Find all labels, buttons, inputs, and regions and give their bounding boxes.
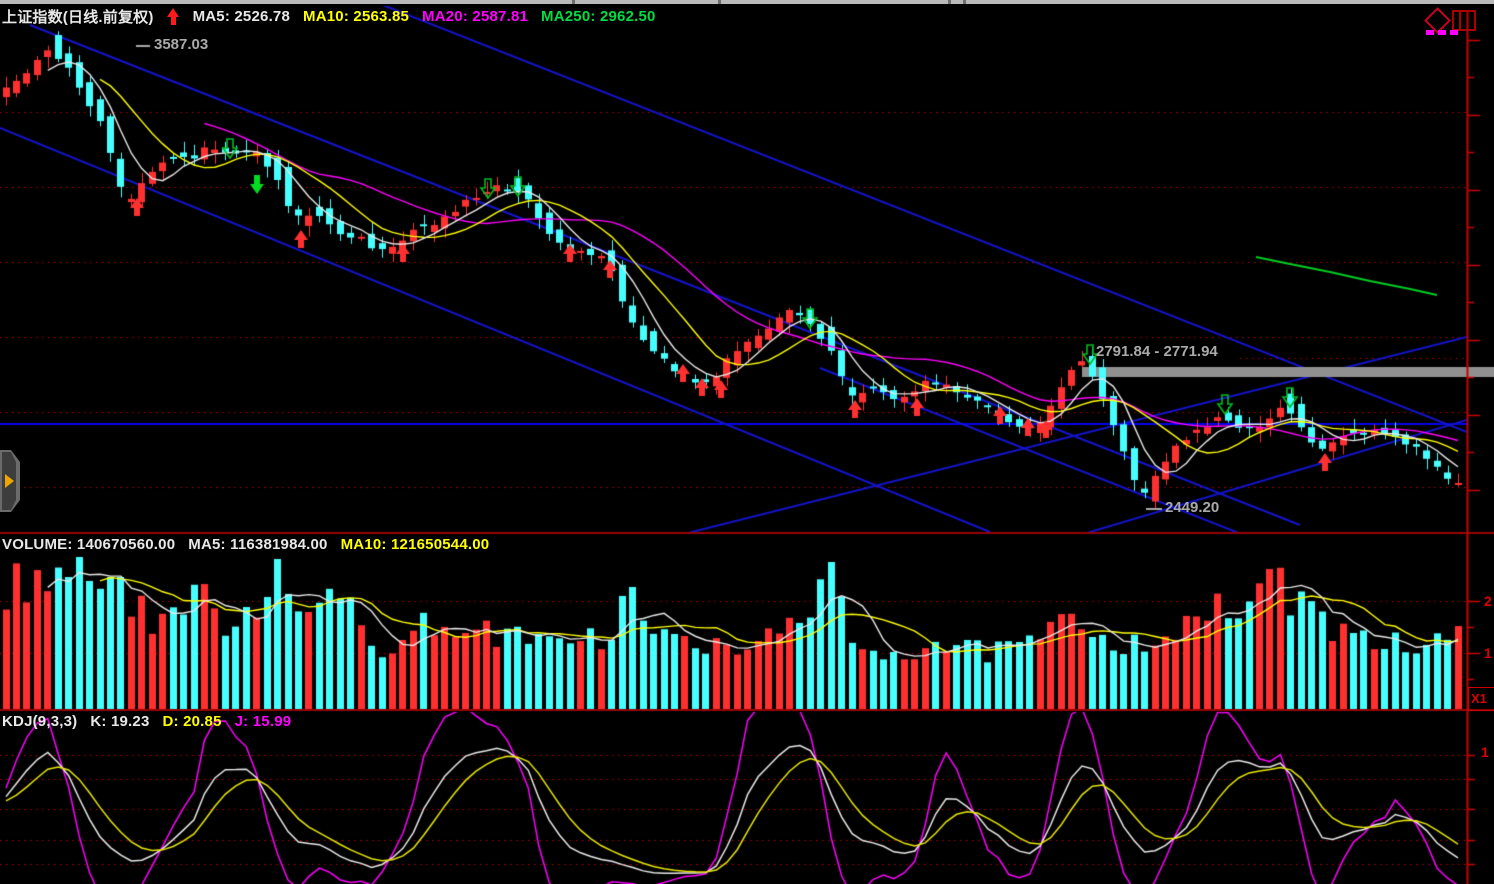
volume-value-label: VOLUME: 140670560.00 <box>2 536 175 553</box>
volume-header: VOLUME: 140670560.00 MA5: 116381984.00 M… <box>2 536 489 553</box>
kdj-d-label: D: 20.85 <box>163 713 222 730</box>
volume-ma10-label: MA10: 121650544.00 <box>341 536 490 553</box>
kdj-axis-label: 1 <box>1481 744 1489 760</box>
volume-axis-lower-label: 1 <box>1484 645 1492 661</box>
buy-signal-arrow-icon <box>167 8 180 25</box>
kdj-k-label: K: 19.23 <box>90 713 149 730</box>
main-chart-header: 上证指数(日线.前复权) MA5: 2526.78 MA10: 2563.85 … <box>2 6 656 27</box>
toolbar-separator <box>963 0 966 4</box>
toolbar-strip <box>0 0 1494 4</box>
instrument-title: 上证指数(日线.前复权) <box>2 6 154 27</box>
low-price-label: 2449.20 <box>1165 499 1219 516</box>
stock-app-window: { "main_chart": { "title": "上证指数(日线.前复权)… <box>0 0 1494 884</box>
ma20-label: MA20: 2587.81 <box>422 8 528 25</box>
volume-multiplier-badge: X1 <box>1468 687 1494 711</box>
expander-arrow-icon <box>5 474 14 488</box>
split-window-icon[interactable] <box>1452 10 1476 31</box>
toolbar-separator <box>572 0 575 4</box>
ma250-label: MA250: 2962.50 <box>541 8 656 25</box>
kdj-header: KDJ(9,3,3) K: 19.23 D: 20.85 J: 15.99 <box>2 713 291 730</box>
peak-price-label: 3587.03 <box>154 36 208 53</box>
volume-axis-upper-label: 2 <box>1484 593 1492 609</box>
magenta-dots-icon <box>1426 30 1458 35</box>
kdj-title-label: KDJ(9,3,3) <box>2 713 77 730</box>
toolbar-separator <box>718 0 721 4</box>
chart-canvas[interactable] <box>0 0 1494 884</box>
chart-corner-tools <box>1424 9 1480 39</box>
panel-expander-handle[interactable] <box>0 450 20 512</box>
ma5-label: MA5: 2526.78 <box>193 8 290 25</box>
kdj-j-label: J: 15.99 <box>235 713 292 730</box>
toolbar-separator <box>948 0 951 4</box>
volume-ma5-label: MA5: 116381984.00 <box>188 536 327 553</box>
range-price-label: 2791.84 - 2771.94 <box>1096 343 1218 360</box>
ma10-label: MA10: 2563.85 <box>303 8 409 25</box>
